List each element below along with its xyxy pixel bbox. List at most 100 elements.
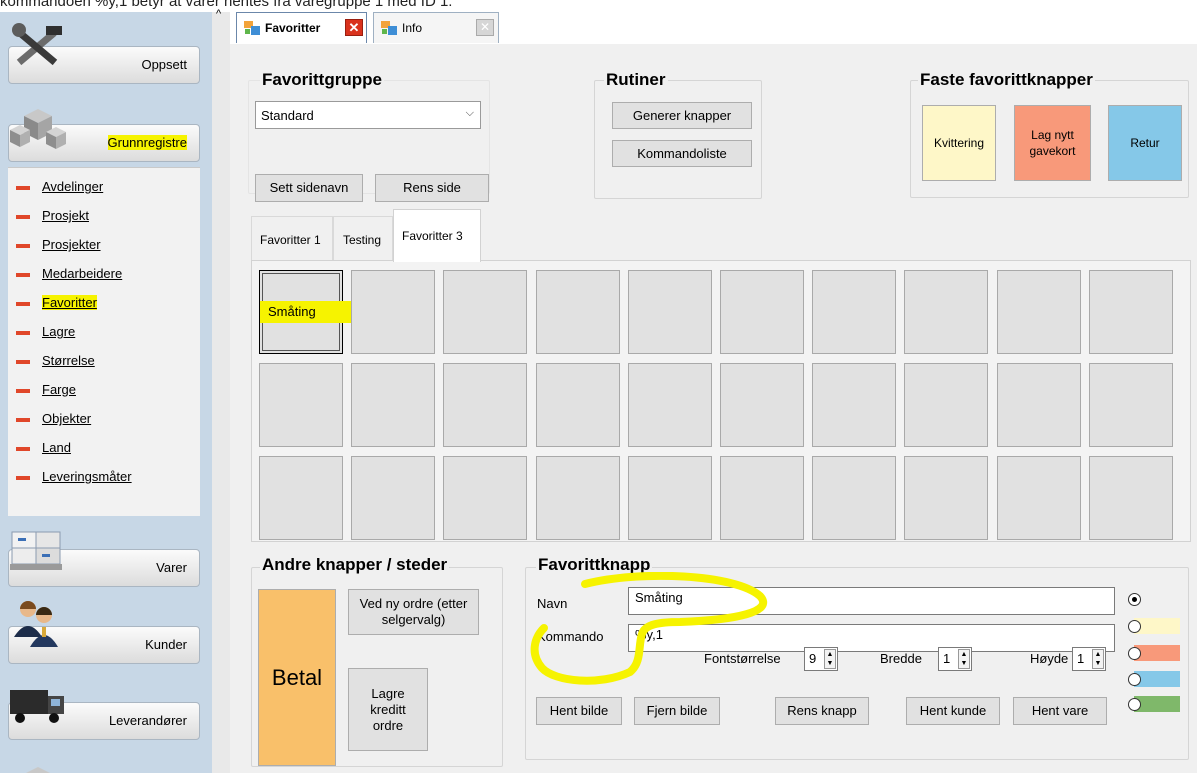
favoritt-grid-button[interactable] bbox=[351, 270, 436, 354]
favoritt-grid-button[interactable] bbox=[1088, 456, 1173, 540]
sidebar-item-prosjekter[interactable]: Prosjekter bbox=[16, 237, 101, 257]
bullet-icon bbox=[16, 185, 30, 190]
favoritt-grid-button[interactable] bbox=[443, 456, 528, 540]
favoritt-grid-button[interactable] bbox=[443, 363, 528, 447]
favoritt-grid-button[interactable] bbox=[812, 270, 897, 354]
sidebar-item-leveringsmater[interactable]: Leveringsmåter bbox=[16, 469, 132, 489]
rens-side-button[interactable]: Rens side bbox=[375, 174, 489, 202]
favorittgruppe-select[interactable]: Standard ⌵ bbox=[255, 101, 481, 129]
favoritt-grid-button[interactable] bbox=[351, 363, 436, 447]
highlight-annotation bbox=[530, 572, 767, 685]
bullet-icon bbox=[16, 330, 30, 335]
tab-info[interactable]: Info ✕ bbox=[373, 12, 499, 43]
lagre-kreditt-ordre-button[interactable]: Lagre kreditt ordre bbox=[348, 668, 428, 751]
sidebar-item-lagre[interactable]: Lagre bbox=[16, 324, 75, 344]
hent-vare-button[interactable]: Hent vare bbox=[1013, 697, 1107, 725]
spinner-value: 1 bbox=[1077, 651, 1085, 666]
sidebar-item-storrelse[interactable]: Størrelse bbox=[16, 353, 95, 373]
spin-arrows-icon[interactable]: ▲ ▼ bbox=[824, 649, 836, 669]
spin-arrows-icon[interactable]: ▲ ▼ bbox=[1092, 649, 1104, 669]
favoritt-grid-button[interactable] bbox=[996, 270, 1081, 354]
sidebar-category-label: Varer bbox=[156, 560, 187, 575]
favoritt-grid-button[interactable] bbox=[259, 456, 343, 540]
favoritt-grid-button[interactable] bbox=[996, 363, 1081, 447]
tab-favoritter[interactable]: Favoritter ✕ bbox=[236, 12, 367, 43]
tools-icon bbox=[12, 23, 62, 66]
generer-knapper-button[interactable]: Generer knapper bbox=[612, 102, 752, 129]
bredde-spinner[interactable]: 1 ▲ ▼ bbox=[938, 647, 972, 671]
favoritt-grid-button[interactable] bbox=[720, 270, 804, 354]
spinner-value: 9 bbox=[809, 651, 817, 666]
favoritt-grid-button[interactable] bbox=[351, 456, 436, 540]
pallet-icon bbox=[10, 531, 62, 570]
lag-nytt-gavekort-button[interactable]: Lag nytt gavekort bbox=[1014, 105, 1091, 181]
rens-knapp-button[interactable]: Rens knapp bbox=[775, 697, 869, 725]
close-icon[interactable]: ✕ bbox=[476, 19, 494, 36]
favoritt-grid-button[interactable] bbox=[259, 363, 343, 447]
favoritt-grid-button[interactable] bbox=[627, 270, 712, 354]
sidebar-item-farge[interactable]: Farge bbox=[16, 382, 76, 402]
form-icon bbox=[381, 21, 397, 35]
kvittering-button[interactable]: Kvittering bbox=[922, 105, 996, 181]
sidebar-splitter[interactable]: ^ bbox=[212, 8, 231, 773]
tab-label: Favoritter 3 bbox=[402, 229, 463, 243]
favoritt-grid-button[interactable] bbox=[535, 456, 620, 540]
hent-kunde-button[interactable]: Hent kunde bbox=[906, 697, 1000, 725]
spin-arrows-icon[interactable]: ▲ ▼ bbox=[958, 649, 970, 669]
tab-testing[interactable]: Testing bbox=[333, 216, 393, 260]
betal-button[interactable]: Betal bbox=[258, 589, 336, 766]
retur-button[interactable]: Retur bbox=[1108, 105, 1182, 181]
favoritt-grid-button[interactable] bbox=[720, 363, 804, 447]
hoyde-spinner[interactable]: 1 ▲ ▼ bbox=[1072, 647, 1106, 671]
bullet-icon bbox=[16, 214, 30, 219]
sidebar-item-favoritter[interactable]: Favoritter bbox=[16, 295, 97, 315]
favoritt-grid-button[interactable]: Småting bbox=[259, 270, 355, 354]
close-icon[interactable]: ✕ bbox=[345, 19, 363, 36]
color-radio-red[interactable] bbox=[1128, 647, 1141, 660]
favoritt-grid-button[interactable] bbox=[996, 456, 1081, 540]
fjern-bilde-button[interactable]: Fjern bilde bbox=[634, 697, 720, 725]
favoritt-grid-button[interactable] bbox=[904, 363, 989, 447]
favoritt-grid-button[interactable] bbox=[812, 363, 897, 447]
favoritt-grid-button[interactable] bbox=[627, 456, 712, 540]
fontstorrelse-spinner[interactable]: 9 ▲ ▼ bbox=[804, 647, 838, 671]
favoritt-grid-button[interactable] bbox=[627, 363, 712, 447]
tab-favoritter-3[interactable]: Favoritter 3 bbox=[393, 209, 481, 262]
bullet-icon bbox=[16, 272, 30, 277]
favoritt-grid-button[interactable] bbox=[535, 270, 620, 354]
kommandoliste-button[interactable]: Kommandoliste bbox=[612, 140, 752, 167]
favoritt-grid-button[interactable] bbox=[720, 456, 804, 540]
favoritt-grid-button[interactable] bbox=[443, 270, 528, 354]
tab-favoritter-1[interactable]: Favoritter 1 bbox=[251, 216, 333, 260]
favoritt-grid-button[interactable] bbox=[1088, 270, 1173, 354]
favorittgruppe-title: Favorittgruppe bbox=[260, 70, 384, 90]
favoritt-grid-button[interactable] bbox=[812, 456, 897, 540]
collapse-icon: ^ bbox=[216, 8, 222, 20]
sidebar-item-medarbeidere[interactable]: Medarbeidere bbox=[16, 266, 122, 286]
ved-ny-ordre-button[interactable]: Ved ny ordre (etter selgervalg) bbox=[348, 589, 479, 635]
favoritt-grid-button[interactable] bbox=[904, 456, 989, 540]
form-icon bbox=[244, 21, 260, 35]
andre-knapper-title: Andre knapper / steder bbox=[260, 555, 450, 575]
bullet-icon bbox=[16, 446, 30, 451]
color-radio-yellow[interactable] bbox=[1128, 620, 1141, 633]
sidebar-category-label: Kunder bbox=[145, 637, 187, 652]
sidebar-category-label: Grunnregistre bbox=[107, 135, 187, 150]
color-radio-green[interactable] bbox=[1128, 698, 1141, 711]
sidebar-category-label: Oppsett bbox=[141, 57, 187, 72]
sidebar-item-avdelinger[interactable]: Avdelinger bbox=[16, 179, 103, 199]
favoritt-grid-button[interactable] bbox=[904, 270, 989, 354]
favoritt-grid-button[interactable] bbox=[1088, 363, 1173, 447]
sidebar-item-prosjekt[interactable]: Prosjekt bbox=[16, 208, 89, 228]
sett-sidenavn-button[interactable]: Sett sidenavn bbox=[255, 174, 363, 202]
color-radio-blue[interactable] bbox=[1128, 673, 1141, 686]
hent-bilde-button[interactable]: Hent bilde bbox=[536, 697, 622, 725]
sidebar-item-land[interactable]: Land bbox=[16, 440, 71, 460]
favoritt-grid-button[interactable] bbox=[535, 363, 620, 447]
bullet-icon bbox=[16, 301, 30, 306]
sidebar-item-objekter[interactable]: Objekter bbox=[16, 411, 91, 431]
next-category-icon bbox=[26, 767, 50, 773]
color-radio-none[interactable] bbox=[1128, 593, 1141, 606]
document-tabstrip: Favoritter ✕ Info ✕ bbox=[230, 12, 1197, 45]
tab-label: Info bbox=[402, 21, 423, 35]
